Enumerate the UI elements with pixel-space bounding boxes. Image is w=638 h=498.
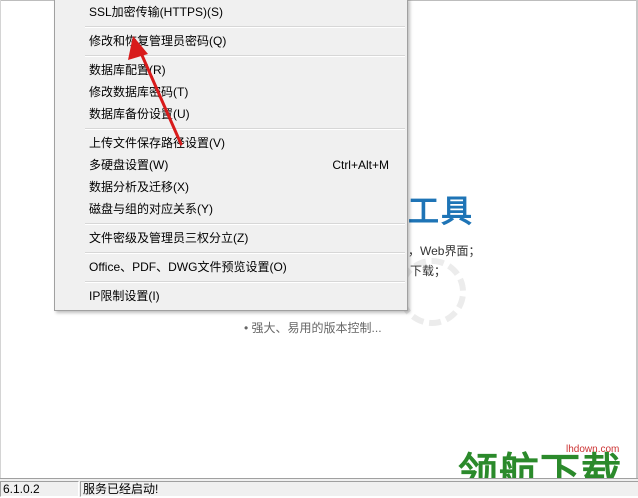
menu-separator	[85, 252, 405, 254]
menu-item-file-security-level[interactable]: 文件密级及管理员三权分立(Z)	[89, 228, 401, 248]
menu-item-database-config[interactable]: 数据库配置(R)	[89, 60, 401, 80]
menu-separator	[85, 26, 405, 28]
menu-item-admin-password[interactable]: 修改和恢复管理员密码(Q)	[89, 31, 401, 51]
watermark-url: lhdown.com	[566, 444, 620, 455]
menu-separator	[85, 55, 405, 57]
menu-item-database-backup[interactable]: 数据库备份设置(U)	[89, 104, 401, 124]
menu-item-ip-restriction[interactable]: IP限制设置(I)	[89, 286, 401, 306]
menu-item-database-password[interactable]: 修改数据库密码(T)	[89, 82, 401, 102]
menu-item-multi-disk[interactable]: 多硬盘设置(W) Ctrl+Alt+M	[89, 155, 401, 175]
status-message: 服务已经启动!	[80, 481, 638, 497]
menu-item-label: 多硬盘设置(W)	[89, 158, 169, 172]
splash-feature-line: • 强大、易用的版本控制...	[244, 321, 382, 335]
status-bar: 6.1.0.2 服务已经启动!	[0, 478, 638, 497]
status-version: 6.1.0.2	[0, 481, 79, 497]
splash-feature-line: ，Web界面；	[408, 244, 481, 258]
menu-item-upload-path[interactable]: 上传文件保存路径设置(V)	[89, 133, 401, 153]
menu-separator	[85, 223, 405, 225]
settings-dropdown-menu: SSL加密传输(HTTPS)(S) 修改和恢复管理员密码(Q) 数据库配置(R)…	[54, 0, 408, 311]
menu-item-data-migration[interactable]: 数据分析及迁移(X)	[89, 177, 401, 197]
splash-title: 工具	[408, 194, 474, 230]
menu-item-disk-group-mapping[interactable]: 磁盘与组的对应关系(Y)	[89, 199, 401, 219]
splash-feature-line: 下载；	[410, 264, 447, 278]
window-left-border	[0, 0, 1, 478]
menu-item-shortcut: Ctrl+Alt+M	[332, 158, 389, 172]
menu-item-ssl[interactable]: SSL加密传输(HTTPS)(S)	[89, 2, 401, 22]
menu-item-file-preview[interactable]: Office、PDF、DWG文件预览设置(O)	[89, 257, 401, 277]
menu-separator	[85, 281, 405, 283]
menu-separator	[85, 128, 405, 130]
